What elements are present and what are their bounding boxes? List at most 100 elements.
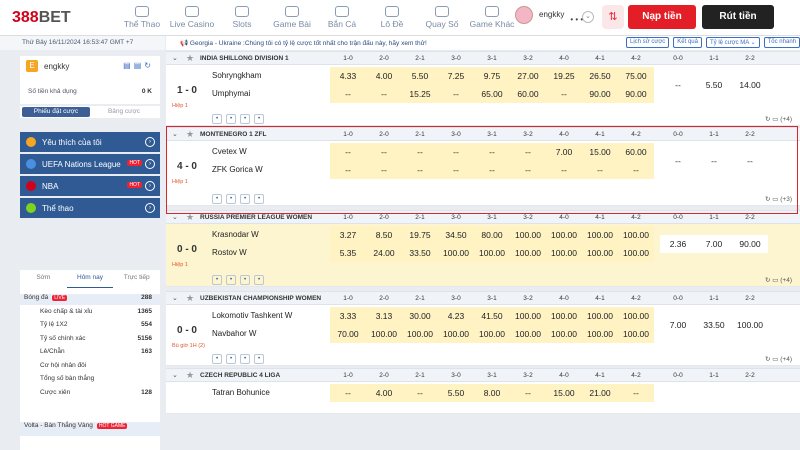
chevron-down-icon[interactable]: ⌄ xyxy=(172,54,178,62)
odds-cell[interactable]: 90.00 xyxy=(618,85,654,103)
nav-item-0[interactable]: Thể Thao xyxy=(118,0,166,36)
odds-cell[interactable]: 4.00 xyxy=(366,67,402,85)
odds-cell[interactable]: 41.50 xyxy=(474,307,510,325)
odds-cell[interactable]: 2.36 xyxy=(660,235,696,253)
nav-item-6[interactable]: Quay Số xyxy=(418,0,466,36)
more-markets[interactable]: ↻ ▭ (+4) xyxy=(765,276,792,284)
nav-item-1[interactable]: Live Casino xyxy=(168,0,216,36)
odds-cell[interactable]: 7.25 xyxy=(438,67,474,85)
odds-cell[interactable]: 100.00 xyxy=(582,325,618,343)
tab-1[interactable]: Hôm nay xyxy=(66,274,114,288)
team-name[interactable]: Lokomotiv Tashkent W xyxy=(212,311,292,320)
odds-cell[interactable]: 100.00 xyxy=(510,244,546,262)
sport-row-3[interactable]: Tỷ số chính xác 5156 xyxy=(20,335,160,346)
chevron-right-icon[interactable]: › xyxy=(145,203,155,213)
chevron-down-icon[interactable]: ⌄ xyxy=(172,294,178,302)
odds-cell[interactable]: 4.33 xyxy=(330,67,366,85)
odds-cell[interactable]: 100.00 xyxy=(474,325,510,343)
odds-cell[interactable]: 90.00 xyxy=(582,85,618,103)
odds-cell[interactable]: 19.75 xyxy=(402,226,438,244)
odds-cell[interactable]: 100.00 xyxy=(474,244,510,262)
nav-item-3[interactable]: Game Bài xyxy=(268,0,316,36)
tab-0[interactable]: Sớm xyxy=(20,274,67,288)
odds-cell[interactable]: 100.00 xyxy=(582,226,618,244)
odds-cell[interactable]: -- xyxy=(546,85,582,103)
tool-button-0[interactable]: Lịch sử cược xyxy=(625,37,670,48)
odds-cell[interactable]: 3.13 xyxy=(366,307,402,325)
odds-cell[interactable]: 9.75 xyxy=(474,67,510,85)
tv-icon[interactable]: • xyxy=(254,354,264,364)
odds-cell[interactable]: 100.00 xyxy=(546,307,582,325)
more-markets[interactable]: ↻ ▭ (+4) xyxy=(765,115,792,123)
odds-cell[interactable]: 26.50 xyxy=(582,67,618,85)
odds-cell[interactable]: 100.00 xyxy=(618,226,654,244)
tool-button-3[interactable]: Tốc nhanh xyxy=(763,37,800,48)
sidebar-menu-item-0[interactable]: Yêu thích của tôi › xyxy=(20,132,160,152)
odds-cell[interactable]: -- xyxy=(330,85,366,103)
stats-icon[interactable]: • xyxy=(240,114,250,124)
sport-row-5[interactable]: Cơ hội nhân đôi xyxy=(20,362,160,373)
user-box[interactable]: engkky • • • xyxy=(515,6,583,24)
odds-cell[interactable]: 100.00 xyxy=(366,325,402,343)
odds-cell[interactable]: 100.00 xyxy=(546,244,582,262)
sport-row-6[interactable]: Tổng số bàn thắng xyxy=(20,375,160,386)
odds-cell[interactable]: -- xyxy=(660,76,696,94)
odds-cell[interactable]: 100.00 xyxy=(402,325,438,343)
team-name[interactable]: Navbahor W xyxy=(212,329,256,338)
odds-cell[interactable]: 14.00 xyxy=(732,76,768,94)
account-actions-icon[interactable]: ▤▤↻ xyxy=(123,61,154,70)
odds-cell[interactable]: 7.00 xyxy=(696,235,732,253)
chevron-right-icon[interactable]: › xyxy=(145,181,155,191)
sidebar-menu-item-3[interactable]: Thể thao › xyxy=(20,198,160,218)
tv-icon[interactable]: • xyxy=(254,114,264,124)
chevron-down-icon[interactable]: ⌄ xyxy=(172,213,178,221)
odds-cell[interactable]: 100.00 xyxy=(546,325,582,343)
nav-item-5[interactable]: Lô Đề xyxy=(368,0,416,36)
brand-logo[interactable]: 388BET xyxy=(0,9,118,27)
sport-row-2[interactable]: Tỷ lệ 1X2 554 xyxy=(20,321,160,332)
chevron-right-icon[interactable]: › xyxy=(145,137,155,147)
odds-cell[interactable]: 34.50 xyxy=(438,226,474,244)
tab-betslip[interactable]: Phiếu đặt cược xyxy=(22,107,90,117)
odds-cell[interactable]: 15.00 xyxy=(546,384,582,402)
odds-cell[interactable]: -- xyxy=(330,384,366,402)
transfer-icon[interactable]: ⇅ xyxy=(602,5,624,29)
star-icon[interactable]: ★ xyxy=(186,53,194,64)
team-name[interactable]: Tatran Bohunice xyxy=(212,388,270,397)
odds-cell[interactable]: 100.00 xyxy=(510,226,546,244)
deposit-button[interactable]: Nạp tiền xyxy=(628,5,696,29)
odds-cell[interactable]: 3.33 xyxy=(330,307,366,325)
odds-cell[interactable]: 100.00 xyxy=(546,226,582,244)
tool-button-1[interactable]: Kết quả xyxy=(673,37,702,48)
sidebar-menu-item-1[interactable]: UEFA Nations League HOT › xyxy=(20,154,160,174)
odds-cell[interactable]: 100.00 xyxy=(618,325,654,343)
odds-cell[interactable]: 30.00 xyxy=(402,307,438,325)
odds-cell[interactable]: 5.50 xyxy=(696,76,732,94)
tool-button-2[interactable]: Tỷ lệ cược MA ⌄ xyxy=(705,37,760,48)
odds-cell[interactable]: 75.00 xyxy=(618,67,654,85)
chevron-down-icon[interactable]: ⌄ xyxy=(172,371,178,379)
eye-icon[interactable]: • xyxy=(226,275,236,285)
odds-cell[interactable]: 100.00 xyxy=(618,244,654,262)
chevron-down-icon[interactable]: ⌄ xyxy=(582,11,594,23)
odds-cell[interactable]: 8.00 xyxy=(474,384,510,402)
sport-row-7[interactable]: Cược xiên 128 xyxy=(20,389,160,400)
odds-cell[interactable]: 60.00 xyxy=(510,85,546,103)
team-name[interactable]: Umphymai xyxy=(212,89,250,98)
sport-row-1[interactable]: Kèo chấp & tài xỉu 1365 xyxy=(20,308,160,319)
odds-cell[interactable]: 15.25 xyxy=(402,85,438,103)
stats-icon[interactable]: • xyxy=(240,354,250,364)
chevron-right-icon[interactable]: › xyxy=(145,159,155,169)
odds-cell[interactable]: 100.00 xyxy=(438,325,474,343)
sport-row-0[interactable]: Bóng đá LIVE 288 xyxy=(20,294,160,305)
league-header[interactable]: ⌄ ★ INDIA SHILLONG DIVISION 1 1-0 2-0 2-1 3-0 3… xyxy=(166,51,800,65)
nav-item-7[interactable]: Game Khác xyxy=(468,0,516,36)
odds-cell[interactable]: 5.50 xyxy=(402,67,438,85)
odds-cell[interactable]: 33.50 xyxy=(696,316,732,334)
odds-cell[interactable]: 3.27 xyxy=(330,226,366,244)
league-header[interactable]: ⌄ ★ UZBEKISTAN CHAMPIONSHIP WOMEN 1-0 2-0 2-1… xyxy=(166,291,800,305)
odds-cell[interactable]: 8.50 xyxy=(366,226,402,244)
eye-icon[interactable]: • xyxy=(226,354,236,364)
odds-cell[interactable]: 90.00 xyxy=(732,235,768,253)
star-icon[interactable]: ★ xyxy=(186,370,194,381)
